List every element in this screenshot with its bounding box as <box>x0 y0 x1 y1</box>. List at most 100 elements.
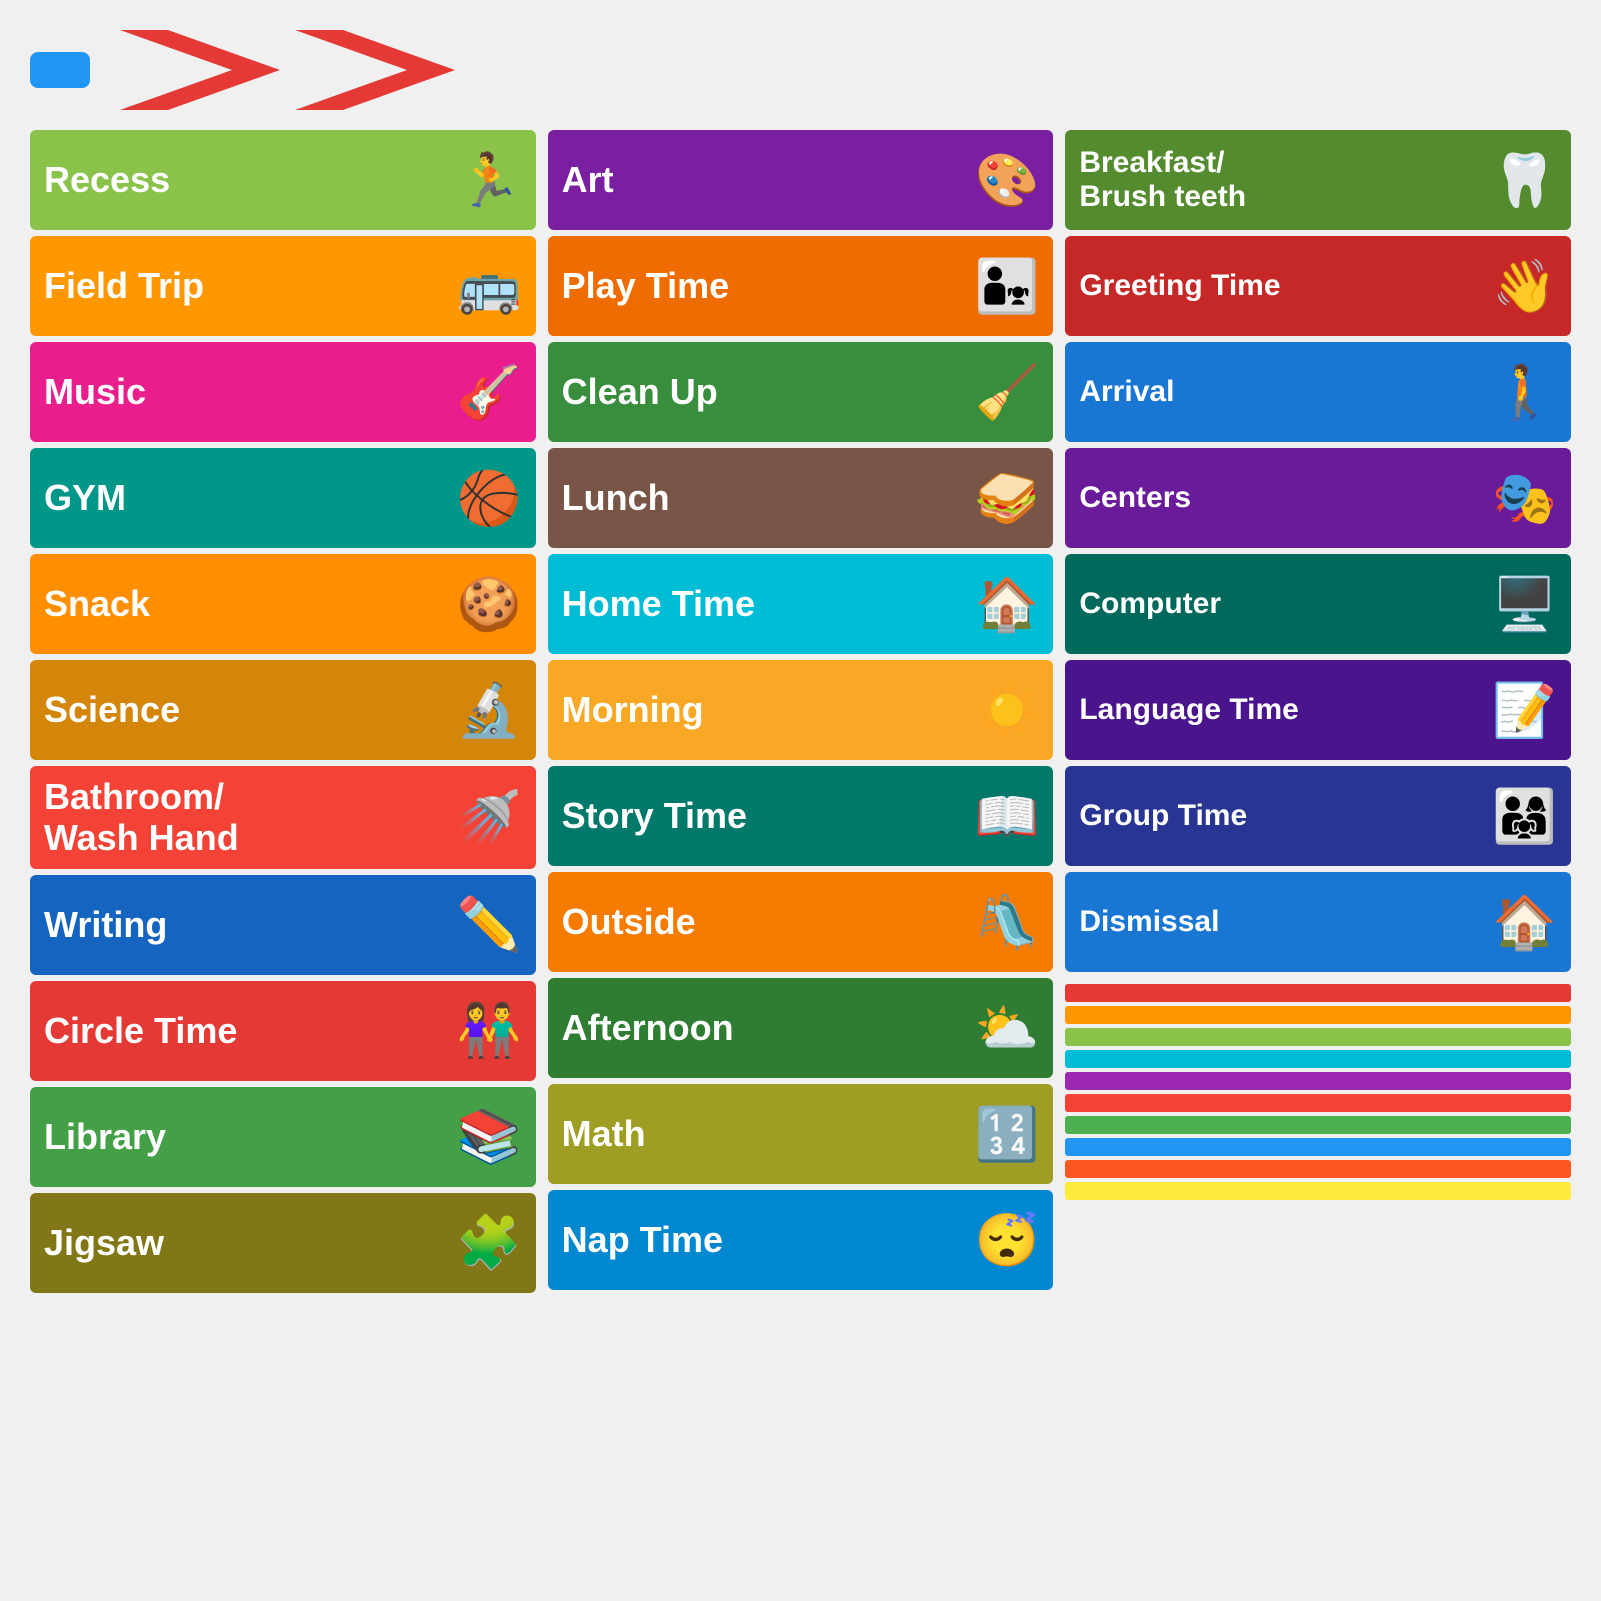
card-label: Jigsaw <box>44 1222 164 1263</box>
list-item: Math 🔢 <box>548 1084 1054 1184</box>
card-label: Writing <box>44 904 167 945</box>
list-item: Lunch 🥪 <box>548 448 1054 548</box>
card-label: Circle Time <box>44 1010 237 1051</box>
card-icon: ⛅ <box>975 998 1040 1059</box>
card-label: Language Time <box>1079 693 1299 728</box>
list-item: Bathroom/ Wash Hand 🚿 <box>30 766 536 869</box>
card-label: Math <box>562 1113 646 1154</box>
color-strip <box>1065 1028 1571 1046</box>
card-icon: 👫 <box>457 1000 522 1061</box>
card-label: Greeting Time <box>1079 269 1280 304</box>
middle-column: Art 🎨 Play Time👨‍👧 Clean Up 🧹 Lunch 🥪 Home Time… <box>548 130 1054 1290</box>
card-label: Arrival <box>1079 375 1174 410</box>
list-item: Dismissal 🏠 <box>1065 872 1571 972</box>
list-item: Computer🖥️ <box>1065 554 1571 654</box>
arrow-left2-icon <box>295 30 455 110</box>
list-item: Field Trip 🚌 <box>30 236 536 336</box>
card-icon: 🏃 <box>457 150 522 211</box>
card-icon: 🍪 <box>457 574 522 635</box>
color-strip <box>1065 1138 1571 1156</box>
card-icon: 📚 <box>457 1106 522 1167</box>
arrow-left-icon <box>120 30 280 110</box>
list-item: Music🎸 <box>30 342 536 442</box>
list-item: Afternoon ⛅ <box>548 978 1054 1078</box>
card-label: Recess <box>44 159 170 200</box>
card-icon: 🛝 <box>975 892 1040 953</box>
right-column: Breakfast/ Brush teeth🦷 Greeting Time 👋 Arr… <box>1065 130 1571 1200</box>
card-icon: 🔢 <box>975 1104 1040 1165</box>
card-label: Home Time <box>562 583 755 624</box>
card-icon: 🎨 <box>975 150 1040 211</box>
card-icon: 🎸 <box>457 362 522 423</box>
card-icon: ✏️ <box>457 894 522 955</box>
card-label: Afternoon <box>562 1007 734 1048</box>
list-item: Snack 🍪 <box>30 554 536 654</box>
card-label: Bathroom/ Wash Hand <box>44 776 239 859</box>
list-item: Library 📚 <box>30 1087 536 1187</box>
list-item: Science🔬 <box>30 660 536 760</box>
list-item: Breakfast/ Brush teeth🦷 <box>1065 130 1571 230</box>
card-icon: 😴 <box>975 1210 1040 1271</box>
color-strip <box>1065 984 1571 1002</box>
list-item: Writing ✏️ <box>30 875 536 975</box>
color-strip <box>1065 1006 1571 1024</box>
color-strip <box>1065 1182 1571 1200</box>
card-icon: 🏠 <box>975 574 1040 635</box>
color-strip <box>1065 1050 1571 1068</box>
list-item: Clean Up 🧹 <box>548 342 1054 442</box>
card-label: Story Time <box>562 795 747 836</box>
card-label: Field Trip <box>44 265 204 306</box>
list-item: Jigsaw🧩 <box>30 1193 536 1293</box>
card-label: Snack <box>44 583 150 624</box>
list-item: Nap Time 😴 <box>548 1190 1054 1290</box>
list-item: Outside 🛝 <box>548 872 1054 972</box>
card-icon: 🥪 <box>975 468 1040 529</box>
list-item: Story Time 📖 <box>548 766 1054 866</box>
main-container: Recess 🏃 Field Trip 🚌 Music🎸GYM🏀 Snack 🍪 Scienc… <box>0 0 1601 1313</box>
card-icon: 🚿 <box>457 787 522 848</box>
card-label: Library <box>44 1116 166 1157</box>
card-icon: ☀️ <box>975 680 1040 741</box>
color-strip <box>1065 1160 1571 1178</box>
card-icon: 🏠 <box>1492 892 1557 953</box>
card-label: Clean Up <box>562 371 718 412</box>
list-item: Language Time 📝 <box>1065 660 1571 760</box>
columns-row: Recess 🏃 Field Trip 🚌 Music🎸GYM🏀 Snack 🍪 Scienc… <box>30 130 1571 1293</box>
header-row <box>30 30 1571 110</box>
list-item: GYM🏀 <box>30 448 536 548</box>
list-item: Play Time👨‍👧 <box>548 236 1054 336</box>
card-icon: 📝 <box>1492 680 1557 741</box>
card-icon: 🖥️ <box>1492 574 1557 635</box>
card-icon: 👋 <box>1492 256 1557 317</box>
card-label: Outside <box>562 901 696 942</box>
card-icon: 📖 <box>975 786 1040 847</box>
list-item: Circle Time 👫 <box>30 981 536 1081</box>
card-label: Art <box>562 159 614 200</box>
card-label: Lunch <box>562 477 670 518</box>
card-icon: 🦷 <box>1492 150 1557 211</box>
color-strip <box>1065 1094 1571 1112</box>
list-item: Group Time 👨‍👩‍👧 <box>1065 766 1571 866</box>
left-column: Recess 🏃 Field Trip 🚌 Music🎸GYM🏀 Snack 🍪 Scienc… <box>30 130 536 1293</box>
card-label: GYM <box>44 477 126 518</box>
card-label: Science <box>44 689 180 730</box>
card-icon: 🎭 <box>1492 468 1557 529</box>
list-item: Greeting Time 👋 <box>1065 236 1571 336</box>
list-item: Morning☀️ <box>548 660 1054 760</box>
color-strip <box>1065 1116 1571 1134</box>
card-icon: 🚶 <box>1492 362 1557 423</box>
list-item: Home Time 🏠 <box>548 554 1054 654</box>
card-icon: 👨‍👧 <box>975 256 1040 317</box>
list-item: Centers🎭 <box>1065 448 1571 548</box>
list-item: Recess 🏃 <box>30 130 536 230</box>
color-strip <box>1065 1072 1571 1090</box>
card-label: Group Time <box>1079 799 1247 834</box>
title-banner <box>30 52 90 88</box>
card-label: Dismissal <box>1079 905 1219 940</box>
card-icon: 🧹 <box>975 362 1040 423</box>
card-icon: 👨‍👩‍👧 <box>1492 786 1557 847</box>
list-item: Arrival 🚶 <box>1065 342 1571 442</box>
card-icon: 🚌 <box>457 256 522 317</box>
arrow-container <box>120 30 455 110</box>
card-label: Nap Time <box>562 1219 723 1260</box>
